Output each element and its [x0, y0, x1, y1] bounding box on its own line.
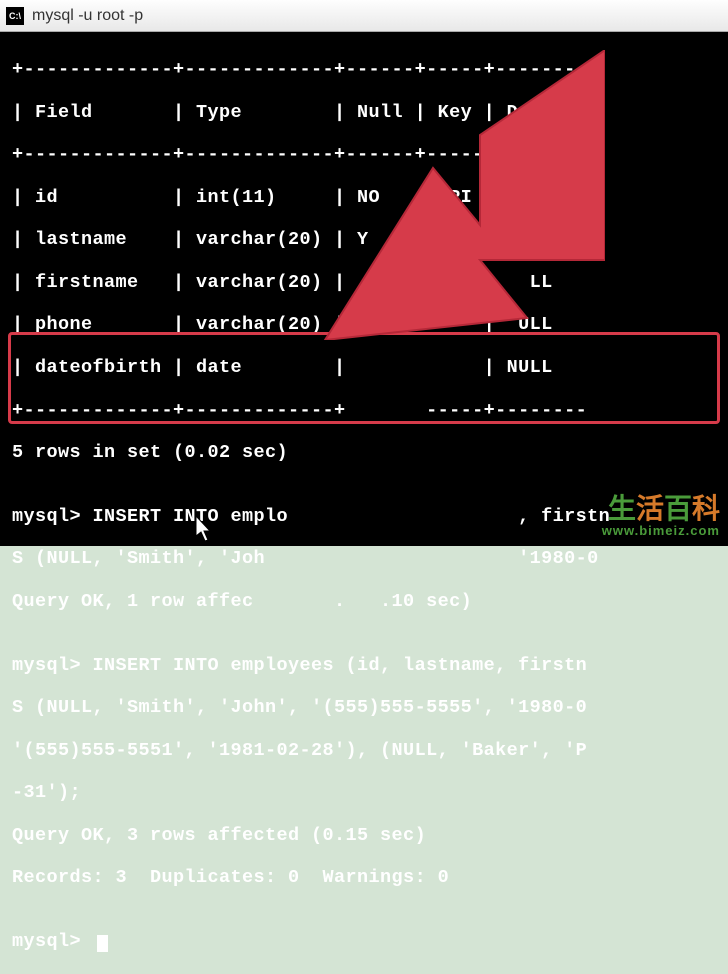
table-row: | dateofbirth | date | | NULL	[12, 357, 728, 378]
sql-insert-line: S (NULL, 'Smith', 'Joh '1980-0	[12, 548, 728, 569]
terminal-output[interactable]: +-------------+-------------+------+----…	[0, 32, 728, 546]
table-row: | id | int(11) | NO | PRI | NULL	[12, 187, 728, 208]
watermark-text: 生活百科	[602, 495, 720, 523]
table-border: +-------------+-------------+------+----…	[12, 144, 728, 165]
window-title: mysql -u root -p	[32, 7, 143, 25]
sql-insert-line: '(555)555-5551', '1981-02-28'), (NULL, '…	[12, 740, 728, 761]
cursor-block	[97, 935, 108, 952]
table-row: | lastname | varchar(20) | Y | LL	[12, 229, 728, 250]
cmd-icon: C:\	[6, 7, 24, 25]
window-titlebar: C:\ mysql -u root -p	[0, 0, 728, 32]
table-header: | Field | Type | Null | Key | Default	[12, 102, 728, 123]
sql-insert-line: mysql> INSERT INTO employees (id, lastna…	[12, 655, 728, 676]
watermark: 生活百科 www.bimeiz.com	[602, 495, 720, 538]
table-row: | phone | varchar(20) | | ULL	[12, 314, 728, 335]
table-row: | firstname | varchar(20) | | LL	[12, 272, 728, 293]
query-ok-line: Query OK, 1 row affec . .10 sec)	[12, 591, 728, 612]
table-border: +-------------+-------------+ -----+----…	[12, 400, 728, 421]
mysql-prompt[interactable]: mysql>	[12, 931, 728, 952]
result-summary: 5 rows in set (0.02 sec)	[12, 442, 728, 463]
sql-insert-line: S (NULL, 'Smith', 'John', '(555)555-5555…	[12, 697, 728, 718]
sql-insert-line: -31');	[12, 782, 728, 803]
watermark-url: www.bimeiz.com	[602, 523, 720, 538]
records-summary: Records: 3 Duplicates: 0 Warnings: 0	[12, 867, 728, 888]
table-border: +-------------+-------------+------+----…	[12, 59, 728, 80]
query-ok-line: Query OK, 3 rows affected (0.15 sec)	[12, 825, 728, 846]
